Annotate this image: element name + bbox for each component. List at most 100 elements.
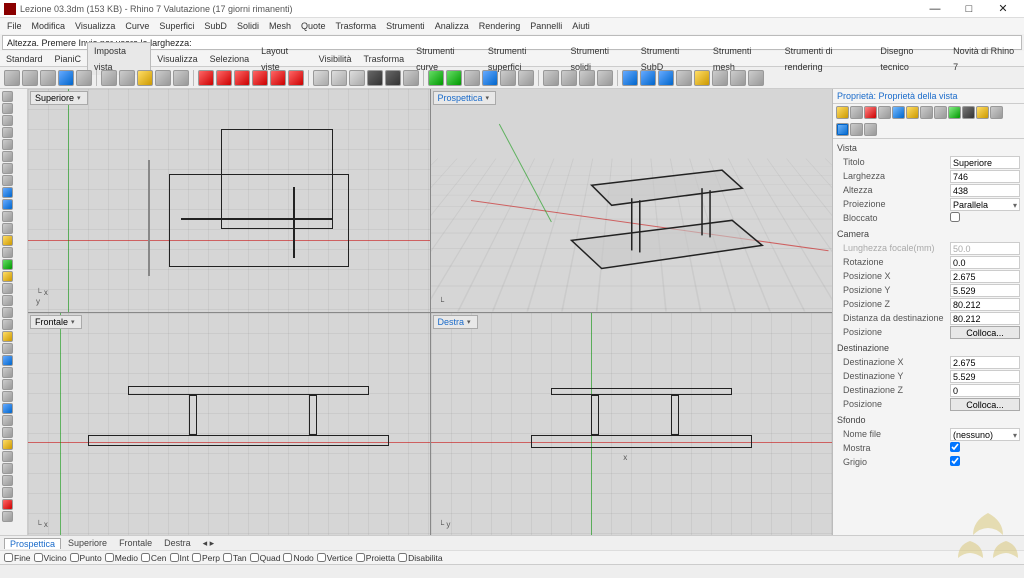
field-larghezza[interactable]: 746 [950,170,1020,183]
menu-rendering[interactable]: Rendering [474,21,526,31]
prop-tab-icon[interactable] [850,123,863,136]
toolbar-icon[interactable] [155,70,171,86]
maximize-button[interactable]: □ [952,0,986,18]
prop-tab-icon[interactable] [864,123,877,136]
toolbar-icon[interactable] [40,70,56,86]
tab-visibilita[interactable]: Visibilità [313,51,358,67]
toolbar-icon[interactable] [428,70,444,86]
tab-frontale[interactable]: Frontale [114,538,157,548]
tool-icon[interactable] [2,391,13,402]
toolbar-icon[interactable] [270,70,286,86]
field-pos-y[interactable]: 5.529 [950,284,1020,297]
menu-subd[interactable]: SubD [199,21,232,31]
tool-icon[interactable] [2,175,13,186]
menu-modifica[interactable]: Modifica [27,21,71,31]
toolbar-icon[interactable] [349,70,365,86]
tool-icon[interactable] [2,343,13,354]
tool-icon[interactable] [2,331,13,342]
field-proiezione[interactable]: Parallela [950,198,1020,211]
checkbox-bloccato[interactable] [950,212,960,222]
toolbar-icon[interactable] [367,70,383,86]
toolbar-icon[interactable] [446,70,462,86]
tool-icon[interactable] [2,103,13,114]
tab-superiore[interactable]: Superiore [63,538,112,548]
tool-icon[interactable] [2,295,13,306]
menu-pannelli[interactable]: Pannelli [525,21,567,31]
prop-icon[interactable] [990,106,1003,119]
field-dest-x[interactable]: 2.675 [950,356,1020,369]
tool-icon[interactable] [2,499,13,510]
tool-icon[interactable] [2,475,13,486]
viewport-superiore[interactable]: Superiore▾ └ xy [28,89,430,312]
toolbar-icon[interactable] [543,70,559,86]
toolbar-icon[interactable] [561,70,577,86]
viewport-title-destra[interactable]: Destra▾ [433,315,478,329]
tool-icon[interactable] [2,439,13,450]
toolbar-icon[interactable] [500,70,516,86]
tool-icon[interactable] [2,463,13,474]
menu-curve[interactable]: Curve [120,21,154,31]
tool-icon[interactable] [2,487,13,498]
tool-icon[interactable] [2,283,13,294]
osnap-nodo[interactable] [283,553,292,562]
tool-icon[interactable] [2,271,13,282]
toolbar-icon[interactable] [464,70,480,86]
prop-icon[interactable] [906,106,919,119]
prop-icon[interactable] [850,106,863,119]
tab-prospettica[interactable]: Prospettica [4,538,61,549]
field-altezza[interactable]: 438 [950,184,1020,197]
prop-icon[interactable] [892,106,905,119]
viewport-title-frontale[interactable]: Frontale▾ [30,315,82,329]
menu-analizza[interactable]: Analizza [430,21,474,31]
tool-icon[interactable] [2,151,13,162]
tool-icon[interactable] [2,247,13,258]
tool-icon[interactable] [2,307,13,318]
toolbar-icon[interactable] [252,70,268,86]
tab-novita[interactable]: Novità di Rhino 7 [947,43,1024,75]
osnap-quad[interactable] [250,553,259,562]
field-nomefile[interactable]: (nessuno) [950,428,1020,441]
tool-icon[interactable] [2,319,13,330]
close-button[interactable]: ✕ [986,0,1020,18]
toolbar-icon[interactable] [518,70,534,86]
osnap-cen[interactable] [141,553,150,562]
button-colloca-camera[interactable]: Colloca... [950,326,1020,339]
toolbar-icon[interactable] [198,70,214,86]
tool-icon[interactable] [2,427,13,438]
tab-standard[interactable]: Standard [0,51,49,67]
toolbar-icon[interactable] [482,70,498,86]
toolbar-icon[interactable] [403,70,419,86]
button-colloca-dest[interactable]: Colloca... [950,398,1020,411]
tab-visualizza[interactable]: Visualizza [151,51,203,67]
tool-icon[interactable] [2,235,13,246]
toolbar-icon[interactable] [331,70,347,86]
toolbar-icon[interactable] [385,70,401,86]
tool-icon[interactable] [2,259,13,270]
tab-seleziona[interactable]: Seleziona [204,51,256,67]
checkbox-grigio[interactable] [950,456,960,466]
tab-arrows[interactable]: ◂ ▸ [198,538,220,549]
toolbar-icon[interactable] [748,70,764,86]
osnap-punto[interactable] [70,553,79,562]
toolbar-icon[interactable] [22,70,38,86]
toolbar-icon[interactable] [4,70,20,86]
menu-strumenti[interactable]: Strumenti [381,21,430,31]
tab-destra[interactable]: Destra [159,538,196,548]
menu-mesh[interactable]: Mesh [264,21,296,31]
viewport-prospettica[interactable]: Prospettica▾ └ [431,89,833,312]
menu-solidi[interactable]: Solidi [232,21,264,31]
tool-icon[interactable] [2,115,13,126]
tool-icon[interactable] [2,379,13,390]
menu-aiuti[interactable]: Aiuti [567,21,595,31]
toolbar-icon[interactable] [101,70,117,86]
osnap-vicino[interactable] [34,553,43,562]
osnap-perp[interactable] [192,553,201,562]
menu-visualizza[interactable]: Visualizza [70,21,120,31]
tool-icon[interactable] [2,367,13,378]
tool-icon[interactable] [2,187,13,198]
tool-icon[interactable] [2,91,13,102]
toolbar-icon[interactable] [658,70,674,86]
toolbar-icon[interactable] [622,70,638,86]
field-titolo[interactable]: Superiore [950,156,1020,169]
toolbar-icon[interactable] [173,70,189,86]
